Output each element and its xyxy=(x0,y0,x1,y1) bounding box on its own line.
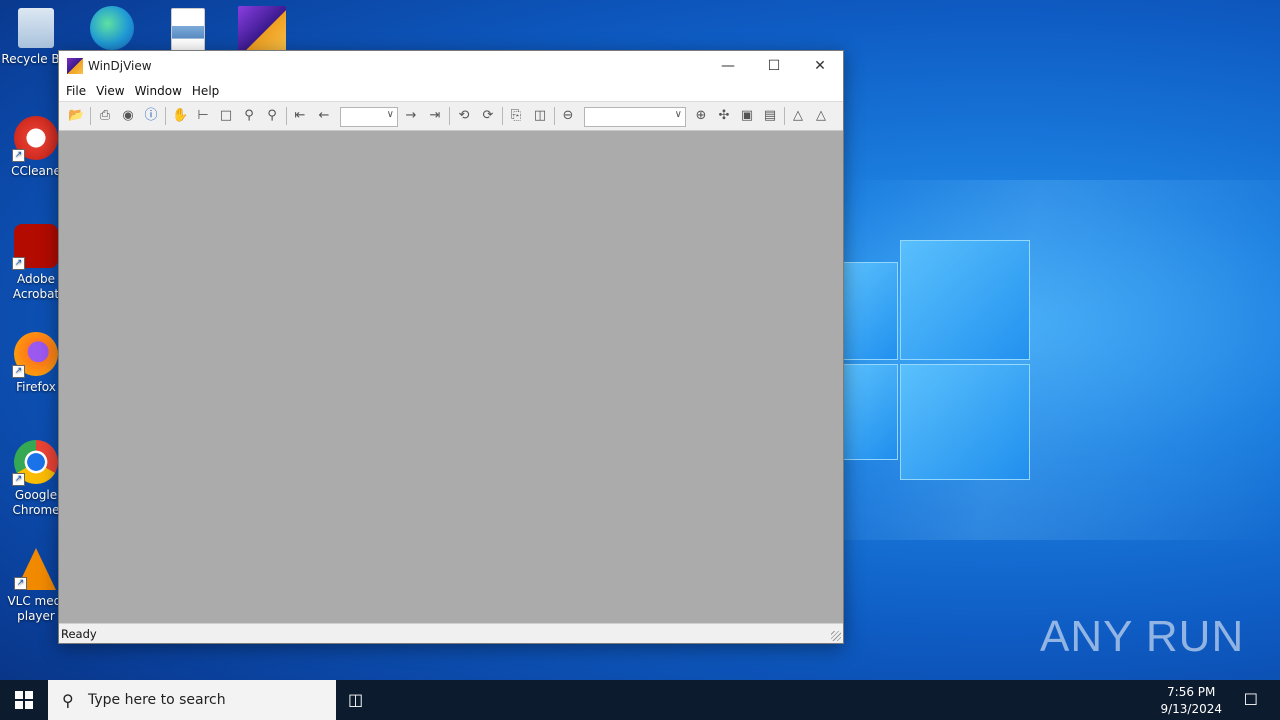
search-icon: ⚲ xyxy=(62,691,74,710)
rotate-left-icon[interactable]: △ xyxy=(790,108,806,124)
clock-date: 9/13/2024 xyxy=(1160,702,1222,716)
vlc-icon: ↗ xyxy=(14,548,56,590)
status-text: Ready xyxy=(61,627,97,641)
desktop-icon-edge[interactable] xyxy=(74,6,150,54)
document-area[interactable] xyxy=(59,131,843,623)
rotate-right-icon[interactable]: △ xyxy=(813,108,829,124)
windows-wallpaper-logo xyxy=(842,240,1032,480)
clock-time: 7:56 PM xyxy=(1167,685,1216,699)
window-title: WinDjView xyxy=(88,59,152,73)
menu-help[interactable]: Help xyxy=(187,81,224,101)
forward-icon[interactable]: ⟳ xyxy=(480,108,496,124)
text-select-icon[interactable]: ⊢ xyxy=(195,108,211,124)
menu-window[interactable]: Window xyxy=(130,81,187,101)
info-icon[interactable]: ⓘ xyxy=(143,108,159,124)
back-icon[interactable]: ⟲ xyxy=(456,108,472,124)
facing-pages-icon[interactable]: ◫ xyxy=(532,108,548,124)
fit-width-icon[interactable]: ▤ xyxy=(762,108,778,124)
chevron-down-icon: ∨ xyxy=(386,109,394,120)
previous-page-icon[interactable]: ← xyxy=(316,108,332,124)
recycle-bin-icon xyxy=(18,8,54,48)
edge-icon xyxy=(90,6,134,50)
notification-icon[interactable]: ☐ xyxy=(1244,690,1258,709)
desktop-icon-windjview[interactable] xyxy=(224,6,300,56)
next-page-icon[interactable]: → xyxy=(403,108,419,124)
minimize-button[interactable]: — xyxy=(705,51,751,81)
start-button[interactable] xyxy=(0,680,48,720)
resize-grip[interactable] xyxy=(831,631,841,641)
windjview-icon xyxy=(67,58,83,74)
ccleaner-icon: ↗ xyxy=(12,116,58,162)
actual-size-icon[interactable]: ✣ xyxy=(716,108,732,124)
hand-tool-icon[interactable]: ✋ xyxy=(172,108,188,124)
chevron-down-icon: ∨ xyxy=(674,109,682,120)
close-button[interactable]: ✕ xyxy=(797,51,843,81)
watermark: ANY RUN xyxy=(1040,612,1245,661)
desktop-icon-file[interactable] xyxy=(150,8,226,56)
maximize-button[interactable]: ☐ xyxy=(751,51,797,81)
single-page-icon[interactable]: ⎘ xyxy=(508,108,524,124)
search-placeholder: Type here to search xyxy=(88,692,226,708)
find-icon[interactable]: ◉ xyxy=(120,108,136,124)
windows-start-icon xyxy=(15,691,33,709)
task-view-icon[interactable]: ◫ xyxy=(348,690,363,709)
firefox-icon: ↗ xyxy=(12,332,58,378)
print-icon[interactable]: ⎙ xyxy=(97,108,113,124)
zoom-combo[interactable]: ∨ xyxy=(584,107,686,127)
page-combo[interactable]: ∨ xyxy=(340,107,398,127)
taskbar: ⚲ Type here to search ◫ 7:56 PM 9/13/202… xyxy=(0,680,1280,720)
zoom-out-icon[interactable]: ⊖ xyxy=(560,108,576,124)
taskbar-search-box[interactable]: ⚲ Type here to search xyxy=(48,680,336,720)
open-icon[interactable]: 📂 xyxy=(68,108,84,124)
windjview-window[interactable]: WinDjView — ☐ ✕ File View Window Help 📂 … xyxy=(58,50,844,644)
last-page-icon[interactable]: ⇥ xyxy=(427,108,443,124)
menu-file[interactable]: File xyxy=(61,81,91,101)
toolbar: 📂 ⎙ ◉ ⓘ ✋ ⊢ □ ⚲ ⚲ ⇤ ← ∨ → ⇥ ⟲ ⟳ ⎘ ◫ ⊖ ∨ … xyxy=(59,101,843,131)
first-page-icon[interactable]: ⇤ xyxy=(292,108,308,124)
system-clock[interactable]: 7:56 PM 9/13/2024 xyxy=(1160,684,1222,718)
chrome-icon: ↗ xyxy=(12,440,58,486)
title-bar[interactable]: WinDjView — ☐ ✕ xyxy=(59,51,843,81)
zoom-rect-icon[interactable]: ⚲ xyxy=(241,108,257,124)
magnifier-icon[interactable]: ⚲ xyxy=(264,108,280,124)
status-bar: Ready xyxy=(59,623,843,643)
acrobat-icon: ↗ xyxy=(12,224,58,270)
fit-page-icon[interactable]: ▣ xyxy=(739,108,755,124)
image-file-icon xyxy=(171,8,205,52)
rect-select-icon[interactable]: □ xyxy=(218,108,234,124)
zoom-in-icon[interactable]: ⊕ xyxy=(693,108,709,124)
windjview-app-icon xyxy=(238,6,286,52)
menu-bar: File View Window Help xyxy=(59,81,843,101)
menu-view[interactable]: View xyxy=(91,81,129,101)
